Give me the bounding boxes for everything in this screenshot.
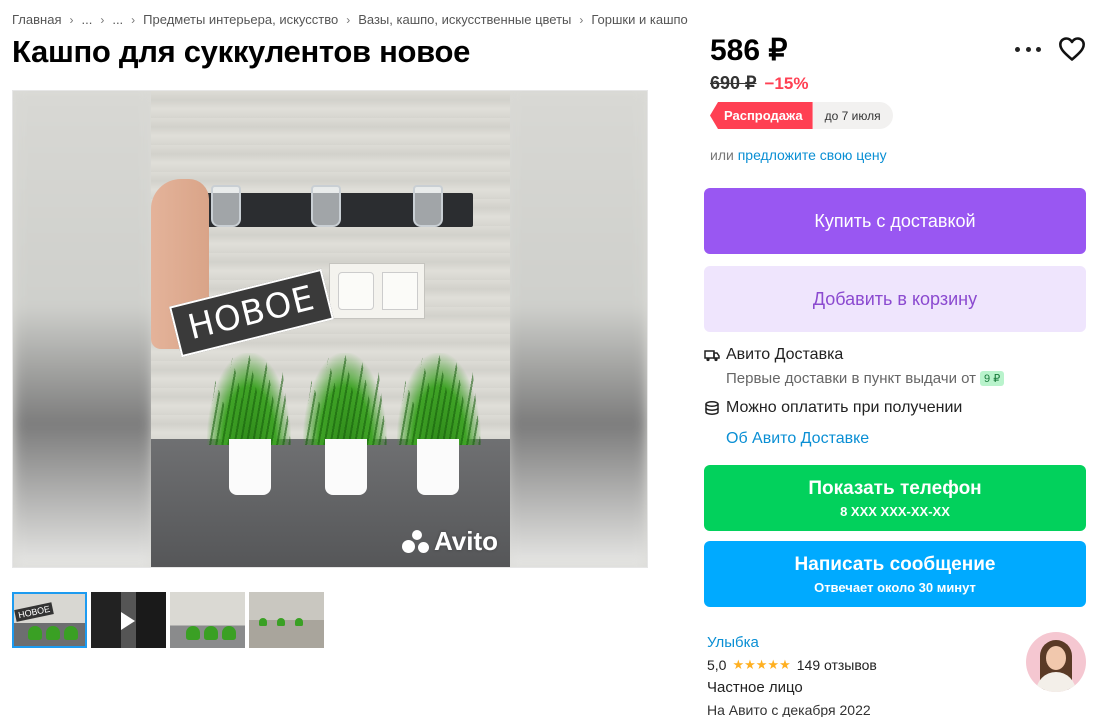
phone-number-masked: 8 XXX XXX-XX-XX xyxy=(840,503,950,519)
breadcrumb-ellipsis-2[interactable]: ... xyxy=(112,12,123,27)
message-button-label: Написать сообщение xyxy=(794,553,996,575)
photo-jar xyxy=(311,185,341,227)
response-time: Отвечает около 30 минут xyxy=(814,579,976,595)
payment-info: Можно оплатить при получении xyxy=(704,399,962,417)
reviews-count[interactable]: 149 отзывов xyxy=(797,657,877,673)
chevron-right-icon: › xyxy=(100,12,105,27)
rating-value: 5,0 xyxy=(707,657,727,673)
seller-type: Частное лицо xyxy=(707,679,803,696)
photo-socket xyxy=(329,263,425,319)
cart-button-label: Добавить в корзину xyxy=(812,288,978,309)
discount-percent: −15% xyxy=(764,74,809,93)
send-message-button[interactable]: Написать сообщение Отвечает около 30 мин… xyxy=(704,541,1086,607)
seller-since: На Авито с декабря 2022 xyxy=(707,702,871,717)
gallery-blur-left xyxy=(13,91,153,567)
photo-pot xyxy=(229,439,271,495)
delivery-price-pill: 9 ₽ xyxy=(980,371,1005,386)
play-icon xyxy=(121,612,135,630)
truck-icon xyxy=(704,350,720,362)
thumbnail-4[interactable] xyxy=(249,592,324,648)
more-icon[interactable] xyxy=(1015,38,1041,60)
photo-grass xyxy=(397,353,481,445)
phone-button-label: Показать телефон xyxy=(808,477,982,499)
breadcrumb-interior[interactable]: Предметы интерьера, искусство xyxy=(143,12,338,27)
pay-on-receipt-text: Можно оплатить при получении xyxy=(726,399,963,416)
seller-avatar[interactable] xyxy=(1026,632,1086,692)
thumbnail-3[interactable] xyxy=(170,592,245,648)
sale-badge: Распродажа xyxy=(710,102,813,129)
photo-grass xyxy=(303,353,387,445)
avito-watermark: Avito xyxy=(401,526,498,557)
delivery-info: Авито Доставка Первые доставки в пункт в… xyxy=(704,346,1005,387)
sale-badges: Распродажа до 7 июля xyxy=(710,102,893,129)
main-photo[interactable]: НОВОЕ Avito xyxy=(151,91,510,567)
about-delivery-link[interactable]: Об Авито Доставке xyxy=(726,430,869,448)
thumbnail-strip: НОВОЕ xyxy=(12,592,324,648)
photo-grass xyxy=(207,353,291,445)
thumbnail-label: НОВОЕ xyxy=(14,602,55,622)
chevron-right-icon: › xyxy=(346,12,351,27)
old-price-row: 690 ₽ −15% xyxy=(710,73,808,94)
chevron-right-icon: › xyxy=(579,12,584,27)
coins-icon xyxy=(705,401,719,415)
delivery-subtitle: Первые доставки в пункт выдачи от xyxy=(726,370,977,387)
breadcrumb-pots[interactable]: Горшки и кашпо xyxy=(591,12,687,27)
photo-jar xyxy=(211,185,241,227)
breadcrumb: Главная › ... › ... › Предметы интерьера… xyxy=(12,12,688,27)
watermark-text: Avito xyxy=(433,526,498,556)
gallery-blur-right xyxy=(507,91,647,567)
seller-card: Улыбка 5,0 ★★★★★ 149 отзывов Частное лиц… xyxy=(707,634,877,717)
photo-jar xyxy=(413,185,443,227)
offer-price-link[interactable]: предложите свою цену xyxy=(738,147,887,163)
show-phone-button[interactable]: Показать телефон 8 XXX XXX-XX-XX xyxy=(704,465,1086,531)
breadcrumb-vases[interactable]: Вазы, кашпо, искусственные цветы xyxy=(358,12,571,27)
page-title: Кашпо для суккулентов новое xyxy=(12,34,471,69)
buy-button-label: Купить с доставкой xyxy=(814,210,976,231)
breadcrumb-home[interactable]: Главная xyxy=(12,12,61,27)
thumbnail-2-video[interactable] xyxy=(91,592,166,648)
rating-stars-icon: ★★★★★ xyxy=(732,657,791,672)
old-price: 690 ₽ xyxy=(710,73,757,93)
sale-until-badge: до 7 июля xyxy=(812,102,893,129)
image-gallery[interactable]: НОВОЕ Avito xyxy=(12,90,648,568)
avito-logo-icon xyxy=(401,529,430,554)
delivery-title: Авито Доставка xyxy=(726,346,844,363)
offer-prefix: или xyxy=(710,147,734,163)
photo-pot xyxy=(417,439,459,495)
chevron-right-icon: › xyxy=(131,12,136,27)
chevron-right-icon: › xyxy=(69,12,74,27)
breadcrumb-ellipsis-1[interactable]: ... xyxy=(81,12,92,27)
photo-pot xyxy=(325,439,367,495)
current-price: 586 ₽ xyxy=(710,34,788,67)
add-to-cart-button[interactable]: Добавить в корзину xyxy=(704,266,1086,332)
seller-rating: 5,0 ★★★★★ 149 отзывов xyxy=(707,657,877,673)
buy-with-delivery-button[interactable]: Купить с доставкой xyxy=(704,188,1086,254)
thumbnail-1[interactable]: НОВОЕ xyxy=(12,592,87,648)
heart-icon[interactable] xyxy=(1058,36,1086,62)
seller-name[interactable]: Улыбка xyxy=(707,634,877,651)
price-offer: или предложите свою цену xyxy=(710,147,887,163)
